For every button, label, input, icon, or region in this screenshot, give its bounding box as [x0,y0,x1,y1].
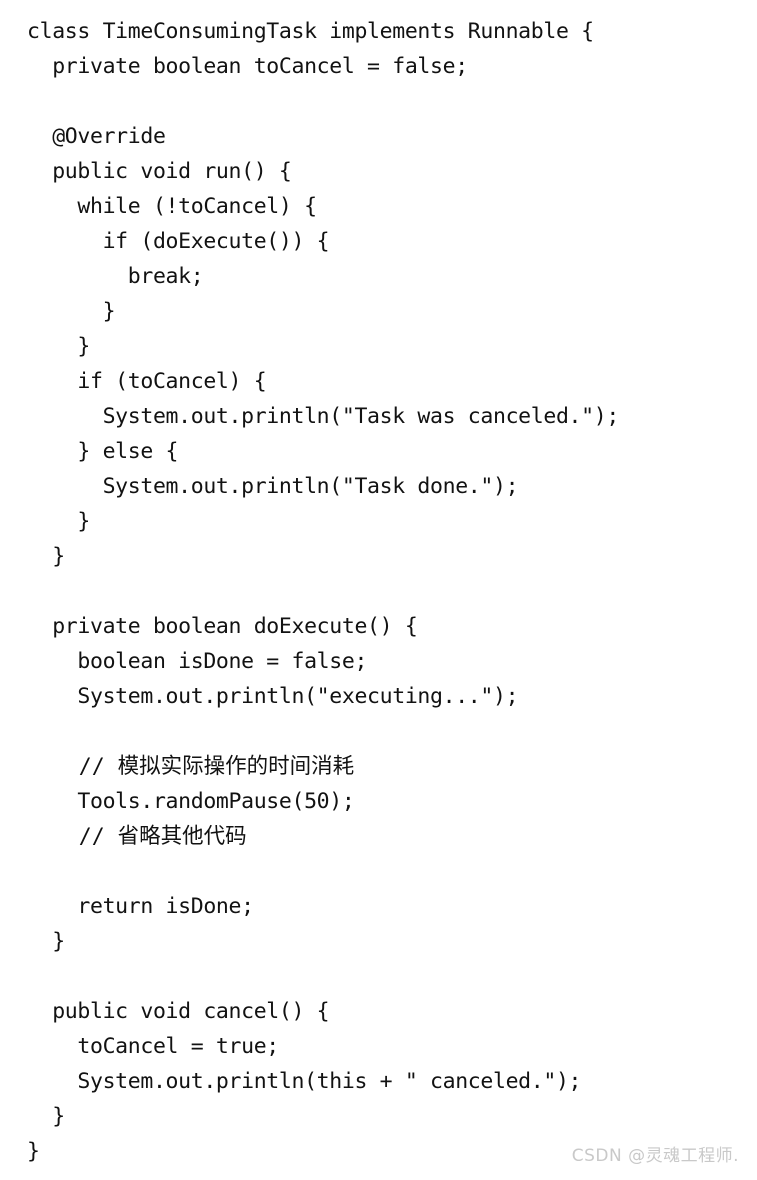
code-line: if (doExecute()) { [27,229,330,254]
code-line: public void run() { [27,159,292,184]
code-line: System.out.println("executing..."); [27,684,519,709]
code-line: System.out.println(this + " canceled."); [27,1069,582,1094]
code-line: class TimeConsumingTask implements Runna… [27,19,594,44]
code-line: } [27,299,116,324]
code-line: } [27,334,90,359]
code-line: System.out.println("Task was canceled.")… [27,404,620,429]
code-line: private boolean doExecute() { [27,614,418,639]
code-line: if (toCancel) { [27,369,267,394]
code-line: // 模拟实际操作的时间消耗 [27,754,355,779]
code-line: } [27,929,65,954]
csdn-watermark: CSDN @灵魂工程师. [571,1146,739,1166]
code-listing: class TimeConsumingTask implements Runna… [0,0,757,1169]
code-line: } [27,1104,65,1129]
code-line: } else { [27,439,179,464]
code-line: System.out.println("Task done."); [27,474,519,499]
code-line: } [27,509,90,534]
code-line: private boolean toCancel = false; [27,54,468,79]
code-line: return isDone; [27,894,254,919]
code-line: // 省略其他代码 [27,824,247,849]
code-line: @Override [27,124,166,149]
code-line: boolean isDone = false; [27,649,368,674]
code-line: } [27,544,65,569]
code-line: toCancel = true; [27,1034,279,1059]
code-line: while (!toCancel) { [27,194,317,219]
code-line: Tools.randomPause(50); [27,789,355,814]
code-line: public void cancel() { [27,999,330,1024]
code-line: break; [27,264,204,289]
